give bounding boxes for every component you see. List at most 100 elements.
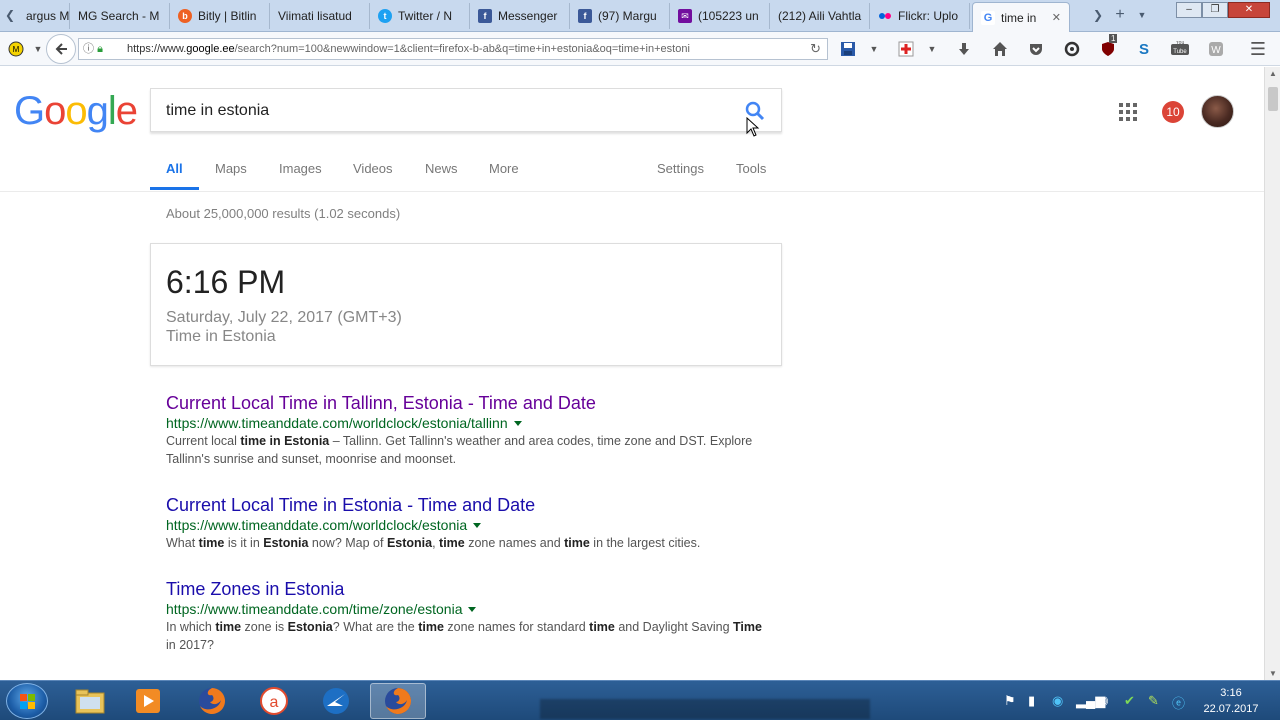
tray-e-icon[interactable]: ⓔ (1172, 693, 1185, 712)
reload-icon[interactable]: ↻ (810, 39, 821, 59)
google-search-page: Google 10 All Maps Images Videos News Mo… (0, 67, 1264, 680)
extension-w-icon[interactable]: W (1206, 39, 1226, 59)
tab-label: Messenger (498, 9, 558, 23)
tab-label: (105223 un (698, 9, 759, 23)
tab-label: time in (1001, 10, 1037, 25)
scroll-down-icon[interactable]: ▼ (1265, 669, 1280, 678)
tab-label: (212) Aili Vahtla (778, 9, 862, 23)
tray-app-icon[interactable]: ◉ (1052, 693, 1063, 709)
thunderbird-icon[interactable] (308, 683, 364, 719)
flag-error-icon[interactable]: ⚑ (1004, 693, 1016, 709)
bookmark-dropdown-icon[interactable]: ▼ (922, 39, 942, 59)
time-location: Time in Estonia (166, 328, 276, 345)
search-result: Time Zones in Estonia https://www.timean… (166, 578, 766, 654)
browser-tab[interactable]: argus M (18, 3, 70, 29)
settings-link[interactable]: Settings (657, 161, 704, 176)
battery-icon[interactable]: ▮ (1028, 693, 1035, 709)
tab-maps[interactable]: Maps (215, 161, 247, 176)
chevron-down-icon[interactable] (468, 606, 477, 612)
site-info-icon[interactable]: ⓘ 🔒︎ (83, 39, 103, 59)
tray-update-icon[interactable]: ✎ (1148, 693, 1159, 709)
mouse-cursor-icon (746, 117, 760, 137)
result-title-link[interactable]: Current Local Time in Tallinn, Estonia -… (166, 392, 766, 414)
tab-label: (97) Margu (598, 9, 657, 23)
extension-icon[interactable]: M (4, 37, 28, 61)
new-tab-icon[interactable]: + (1112, 4, 1128, 26)
browser-tab[interactable]: Flickr: Uplo (870, 3, 970, 29)
bookmark-add-icon[interactable] (896, 39, 916, 59)
svg-text:Tube: Tube (1173, 49, 1187, 55)
file-explorer-icon[interactable] (62, 683, 118, 719)
search-result: Current Local Time in Tallinn, Estonia -… (166, 392, 766, 468)
browser-tab[interactable]: (212) Aili Vahtla (770, 3, 870, 29)
tab-news[interactable]: News (425, 161, 458, 176)
save-icon[interactable] (838, 39, 858, 59)
start-button[interactable] (6, 683, 48, 719)
browser-tab[interactable]: Viimati lisatud (270, 3, 370, 29)
pocket-icon[interactable] (1026, 39, 1046, 59)
download-icon[interactable] (954, 39, 974, 59)
tab-label: Flickr: Uplo (898, 9, 959, 23)
lock-icon: 🔒︎ (97, 43, 103, 55)
save-dropdown-icon[interactable]: ▼ (864, 39, 884, 59)
sync-icon[interactable] (1062, 39, 1082, 59)
notifications-badge[interactable]: 10 (1162, 101, 1184, 123)
search-input[interactable] (166, 99, 726, 123)
skype-icon[interactable]: S (1134, 39, 1154, 59)
tray-security-icon[interactable]: ✔ (1124, 693, 1135, 709)
media-player-icon[interactable] (120, 683, 176, 719)
hamburger-menu-icon[interactable]: ☰ (1248, 39, 1268, 59)
app-a-icon[interactable]: a (246, 683, 302, 719)
maximize-window-button[interactable]: ❐ (1202, 2, 1228, 18)
minimize-window-button[interactable]: ‒ (1176, 2, 1202, 18)
tab-all[interactable]: All (166, 161, 183, 176)
browser-tab-strip: ❮ argus M MG Search - M b Bitly | Bitlin… (0, 0, 1280, 32)
svg-text:a: a (270, 694, 279, 711)
tab-scroll-left-icon[interactable]: ❮ (2, 4, 18, 26)
back-button[interactable] (46, 34, 76, 64)
avatar[interactable] (1201, 95, 1234, 128)
vertical-scrollbar[interactable]: ▲ ▼ (1264, 67, 1280, 680)
browser-tab[interactable]: b Bitly | Bitlin (170, 3, 270, 29)
result-url-text: https://www.timeanddate.com/time/zone/es… (166, 601, 463, 617)
firefox-active-icon[interactable] (370, 683, 426, 719)
volume-icon[interactable]: 🔊︎ (1100, 693, 1108, 709)
tab-videos[interactable]: Videos (353, 161, 393, 176)
result-stats: About 25,000,000 results (1.02 seconds) (166, 206, 401, 221)
chevron-down-icon[interactable] (513, 420, 522, 426)
firefox-icon[interactable] (184, 683, 240, 719)
google-apps-icon[interactable] (1119, 103, 1137, 121)
chevron-down-icon[interactable] (473, 522, 482, 528)
ublock-icon[interactable]: 1 (1098, 34, 1118, 59)
result-title-link[interactable]: Time Zones in Estonia (166, 578, 766, 600)
url-path: /search?num=100&newwindow=1&client=firef… (234, 43, 690, 55)
tab-more[interactable]: More (489, 161, 519, 176)
tab-label: Viimati lisatud (278, 9, 352, 23)
url-scheme: https://www. (127, 43, 187, 55)
browser-tab-active[interactable]: G time in ✕ (972, 2, 1070, 32)
scrollbar-thumb[interactable] (1268, 87, 1278, 111)
tab-scroll-right-icon[interactable]: ❯ (1090, 4, 1106, 26)
youtube-icon[interactable]: Tube You (1170, 39, 1190, 59)
google-logo[interactable]: Google (14, 89, 138, 134)
active-tab-indicator (150, 187, 199, 190)
url-bar[interactable]: ⓘ 🔒︎ https://www.google.ee/search?num=10… (78, 38, 828, 60)
taskbar-clock[interactable]: 3:16 22.07.2017 (1196, 685, 1266, 717)
result-snippet: Current local time in Estonia – Tallinn.… (166, 434, 753, 466)
browser-tab[interactable]: f (97) Margu (570, 3, 670, 29)
browser-tab[interactable]: ✉ (105223 un (670, 3, 770, 29)
close-window-button[interactable]: ✕ (1228, 2, 1270, 18)
browser-tab[interactable]: t Twitter / N (370, 3, 470, 29)
tools-link[interactable]: Tools (736, 161, 766, 176)
browser-tab[interactable]: MG Search - M (70, 3, 170, 29)
browser-tab[interactable]: f Messenger (470, 3, 570, 29)
result-title-link[interactable]: Current Local Time in Estonia - Time and… (166, 494, 766, 516)
scroll-up-icon[interactable]: ▲ (1265, 69, 1280, 78)
close-tab-icon[interactable]: ✕ (1052, 5, 1061, 31)
tab-images[interactable]: Images (279, 161, 322, 176)
clock-date: 22.07.2017 (1203, 703, 1259, 715)
tab-list-icon[interactable]: ▼ (1134, 4, 1150, 26)
search-tabs: All Maps Images Videos News More Setting… (0, 152, 1264, 192)
home-icon[interactable] (990, 39, 1010, 59)
result-url-text: https://www.timeanddate.com/worldclock/e… (166, 517, 468, 533)
